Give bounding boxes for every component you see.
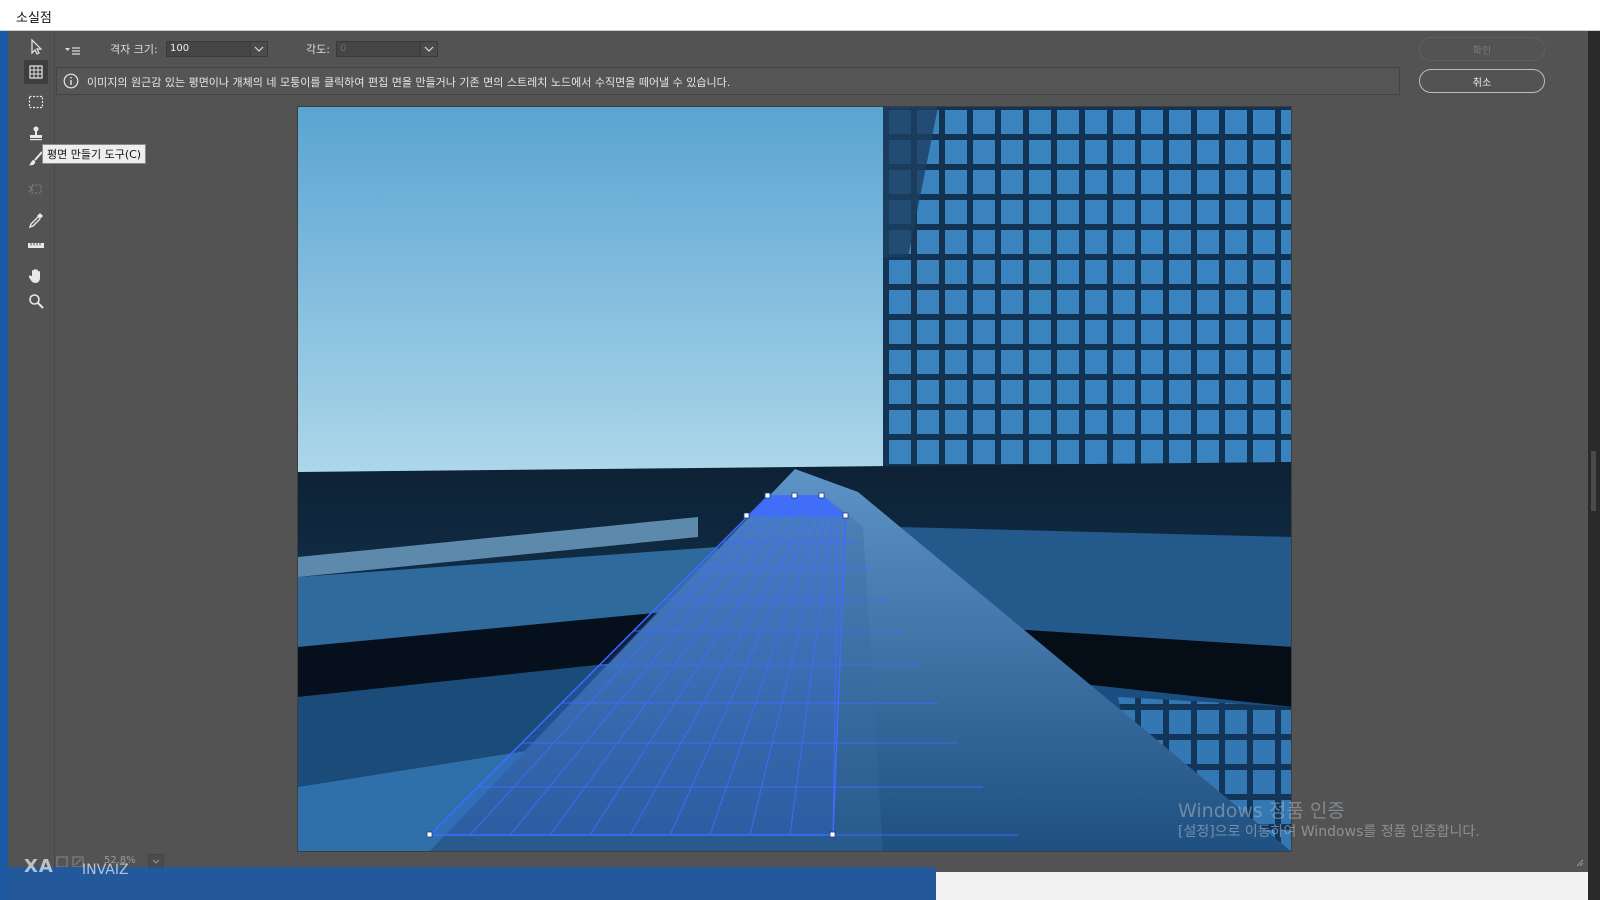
grid-plane-icon: [29, 65, 43, 79]
chevron-down-icon[interactable]: [420, 42, 437, 56]
plane-node[interactable]: [818, 492, 825, 499]
angle-label: 각도:: [306, 43, 330, 56]
eyedropper-tool[interactable]: [24, 208, 48, 232]
vanishing-point-dialog: 평면 만들기 도구(C) 격자 크기: 100 각도: 0 이미지의 원근감 있…: [8, 31, 1588, 900]
create-plane-tool[interactable]: [24, 60, 48, 84]
hand-tool[interactable]: [24, 264, 48, 288]
dialog-title: 소실점: [16, 11, 52, 26]
desktop-background-strip: [0, 31, 8, 900]
brand-name: INVAIZ: [82, 862, 129, 878]
info-icon: [63, 73, 79, 89]
activation-watermark-title: Windows 정품 인증: [1178, 800, 1345, 822]
plane-node[interactable]: [791, 492, 798, 499]
tool-tooltip: 평면 만들기 도구(C): [42, 144, 147, 164]
stamp-icon: [30, 126, 42, 141]
plane-node[interactable]: [426, 831, 433, 838]
transform-icon: [28, 184, 42, 194]
grid-size-label: 격자 크기:: [110, 43, 158, 56]
info-message: 이미지의 원근감 있는 평면이나 개체의 네 모퉁이를 클릭하여 편집 면을 만…: [87, 76, 731, 89]
measure-tool[interactable]: [24, 233, 48, 257]
angle-value: 0: [340, 43, 347, 54]
arrow-pointer-icon: [31, 38, 43, 55]
brand-logo: XA: [24, 856, 54, 877]
transform-tool[interactable]: [24, 177, 48, 201]
magnifier-icon: [29, 294, 44, 309]
angle-combo[interactable]: 0: [336, 41, 438, 57]
scrollbar-thumb[interactable]: [1591, 451, 1596, 511]
scrollbar[interactable]: [1588, 31, 1600, 900]
marquee-tool[interactable]: [24, 90, 48, 114]
eyedropper-icon: [28, 213, 43, 229]
ok-button[interactable]: 확인: [1419, 37, 1545, 61]
edit-plane-tool[interactable]: [24, 35, 48, 59]
options-menu-icon[interactable]: [64, 42, 82, 55]
activation-watermark-subtitle: [설정]으로 이동하여 Windows를 정품 인증합니다.: [1178, 824, 1480, 840]
dashed-rect-icon: [28, 95, 44, 109]
plane-node[interactable]: [743, 512, 750, 519]
resize-grip-icon[interactable]: [1574, 857, 1584, 867]
image-preview-canvas[interactable]: [297, 106, 1292, 852]
plane-node[interactable]: [842, 512, 849, 519]
plane-node[interactable]: [764, 492, 771, 499]
dialog-title-bar: 소실점: [0, 0, 1600, 31]
cancel-button[interactable]: 취소: [1419, 69, 1545, 93]
building-photo: [298, 107, 1291, 851]
hand-icon: [28, 269, 40, 283]
ruler-icon: [28, 243, 44, 248]
desktop-taskbar-fragment: [0, 867, 936, 900]
plane-node[interactable]: [829, 831, 836, 838]
desktop-window-fragment: [936, 872, 1588, 900]
options-bar: 격자 크기: 100 각도: 0: [56, 31, 1588, 65]
stamp-tool[interactable]: [24, 121, 48, 145]
chevron-down-icon[interactable]: [250, 42, 267, 56]
info-bar: 이미지의 원근감 있는 평면이나 개체의 네 모퉁이를 클릭하여 편집 면을 만…: [56, 67, 1400, 95]
grid-size-combo[interactable]: 100: [166, 41, 268, 57]
grid-size-value: 100: [170, 43, 190, 54]
zoom-tool[interactable]: [24, 289, 48, 313]
